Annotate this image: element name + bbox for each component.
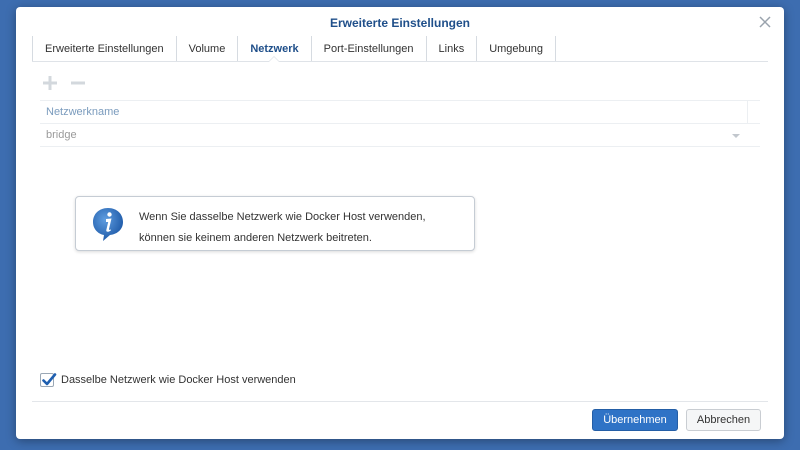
tab-label: Umgebung bbox=[489, 42, 544, 55]
tab-network[interactable]: Netzwerk bbox=[238, 36, 312, 62]
tab-bar: Erweiterte Einstellungen Volume Netzwerk… bbox=[32, 36, 768, 62]
tab-environment[interactable]: Umgebung bbox=[477, 36, 557, 61]
tab-label: Links bbox=[438, 42, 465, 55]
tab-label: Erweiterte Einstellungen bbox=[45, 42, 164, 55]
tab-label: Volume bbox=[188, 42, 226, 55]
minus-icon[interactable] bbox=[68, 73, 88, 93]
close-icon[interactable] bbox=[758, 15, 772, 29]
active-tab-indicator bbox=[268, 56, 281, 62]
column-divider bbox=[747, 101, 748, 123]
same-network-option: Dasselbe Netzwerk wie Docker Host verwen… bbox=[40, 373, 296, 387]
info-line-2: können sie keinem anderen Netzwerk beitr… bbox=[139, 232, 372, 244]
column-header-network-name[interactable]: Netzwerkname bbox=[46, 106, 119, 118]
network-toolbar bbox=[40, 73, 88, 93]
apply-button[interactable]: Übernehmen bbox=[592, 409, 678, 431]
network-grid: Netzwerkname bridge bbox=[40, 100, 760, 147]
plus-icon[interactable] bbox=[40, 73, 60, 93]
info-icon bbox=[91, 206, 125, 242]
tab-label: Netzwerk bbox=[250, 42, 299, 55]
cancel-button[interactable]: Abbrechen bbox=[686, 409, 761, 431]
grid-header: Netzwerkname bbox=[40, 101, 760, 124]
info-line-1: Wenn Sie dasselbe Netzwerk wie Docker Ho… bbox=[139, 211, 426, 223]
same-network-checkbox[interactable] bbox=[40, 373, 57, 387]
advanced-settings-dialog: Erweiterte Einstellungen Erweiterte Eins… bbox=[16, 7, 784, 439]
dialog-title: Erweiterte Einstellungen bbox=[329, 16, 471, 30]
tab-port-settings[interactable]: Port-Einstellungen bbox=[312, 36, 427, 61]
checkmark-icon bbox=[42, 373, 57, 386]
tab-advanced-settings[interactable]: Erweiterte Einstellungen bbox=[32, 36, 177, 61]
info-text: Wenn Sie dasselbe Netzwerk wie Docker Ho… bbox=[139, 207, 464, 249]
network-name-cell: bridge bbox=[46, 129, 77, 141]
tab-volume[interactable]: Volume bbox=[177, 36, 239, 61]
table-row[interactable]: bridge bbox=[40, 124, 760, 147]
same-network-label[interactable]: Dasselbe Netzwerk wie Docker Host verwen… bbox=[61, 374, 296, 386]
tab-links[interactable]: Links bbox=[427, 36, 478, 61]
chevron-down-icon[interactable] bbox=[732, 134, 740, 138]
info-message: Wenn Sie dasselbe Netzwerk wie Docker Ho… bbox=[75, 196, 475, 251]
tab-label: Port-Einstellungen bbox=[323, 42, 414, 55]
footer-divider bbox=[32, 401, 768, 402]
